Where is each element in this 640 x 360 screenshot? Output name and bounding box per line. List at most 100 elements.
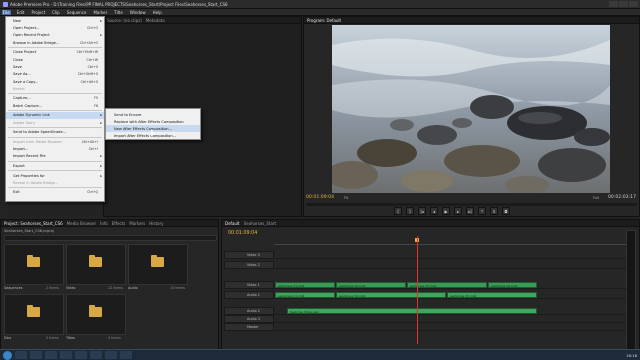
file-menu-item[interactable]: Close Project Ctrl+Shift+W [6,49,104,56]
dynamic-link-item[interactable]: Send to Encore [106,111,200,118]
file-menu-item[interactable]: Capture... F5 [6,95,104,102]
timeline-clip[interactable]: seahorses_03.mp4 [447,292,537,298]
track-lane[interactable]: Seahorse_Music.wav [275,307,637,315]
timeline-timecode[interactable]: 00:01:09:04 [228,231,257,236]
rocks-water-image [332,25,610,193]
menu-window[interactable]: Window [129,10,147,15]
program-scrub-bar[interactable] [306,203,637,206]
tab-project-0[interactable]: Project: Seahorses_Start_CS6 [4,221,63,226]
lift-icon[interactable]: ⇡ [478,207,486,215]
track-header[interactable]: Audio 1 [224,291,274,299]
timeline-clip[interactable]: seahorses_02.mp4 [336,292,446,298]
timeline-clip[interactable]: seahorses_01.mp4 [275,292,335,298]
time-ruler[interactable] [274,237,634,245]
menu-marker[interactable]: Marker [92,10,108,15]
tab-sequence-0[interactable]: Default [225,221,240,226]
taskbar-app-button[interactable] [30,351,42,359]
project-bin[interactable] [66,294,126,335]
project-bin[interactable] [128,244,188,285]
tab-source-0[interactable]: Source: (no clips) [107,18,142,23]
taskbar-app-button[interactable] [75,351,87,359]
taskbar-app-button[interactable] [15,351,27,359]
playhead-line[interactable] [417,236,418,344]
timeline-clip[interactable]: seahorses_03.mp4 [407,282,487,288]
menu-sequence[interactable]: Sequence [66,10,88,15]
file-menu-item[interactable]: New ▸ [6,17,104,24]
timeline-clip[interactable]: Seahorse_Music.wav [287,308,537,314]
taskbar-app-button[interactable] [120,351,132,359]
start-button[interactable] [3,350,12,360]
extract-icon[interactable]: ⇞ [490,207,498,215]
file-menu-item[interactable]: Browse in Adobe Bridge... Ctrl+Alt+O [6,39,104,46]
menu-project[interactable]: Project [30,10,46,15]
file-menu-item[interactable]: Exit Ctrl+Q [6,189,104,196]
tab-project-1[interactable]: Media Browser [67,221,97,226]
tab-program[interactable]: Program: Default [307,18,341,23]
go-to-out-icon[interactable]: ▸| [466,207,474,215]
taskbar-app-button[interactable] [105,351,117,359]
step-forward-icon[interactable]: ▸ [454,207,462,215]
track-header[interactable]: Video 3 [224,251,274,259]
program-current-timecode[interactable]: 00:01:09:04 [306,195,334,200]
file-menu-item[interactable]: Open Project... Ctrl+O [6,24,104,31]
file-menu-item[interactable]: Save Ctrl+S [6,63,104,70]
track-header[interactable]: Video 2 [224,261,274,269]
menu-edit[interactable]: Edit [16,10,26,15]
submenu-arrow-icon: ▸ [100,173,102,178]
maximize-button[interactable] [619,1,628,7]
zoom-fit-dropdown[interactable]: Fit [344,196,348,200]
tab-project-5[interactable]: History [149,221,163,226]
program-video-frame[interactable] [332,25,610,193]
taskbar-app-button[interactable] [60,351,72,359]
file-menu-item[interactable]: Get Properties for ▸ [6,172,104,179]
track-header[interactable]: Master [224,323,274,331]
project-bin[interactable] [4,244,64,285]
tab-project-2[interactable]: Info [100,221,108,226]
timeline-clip[interactable]: seahorses_01.mp4 [275,282,335,288]
tab-project-4[interactable]: Markers [129,221,145,226]
dynamic-link-item[interactable]: Replace with After Effects Composition [106,118,200,125]
file-menu-item[interactable]: Save a Copy... Ctrl+Alt+S [6,78,104,85]
timeline-clip[interactable]: seahorses_04.mp4 [488,282,537,288]
menu-help[interactable]: Help [152,10,163,15]
track-lane[interactable] [275,315,637,323]
export-frame-icon[interactable]: ◘ [502,207,510,215]
timeline-clip[interactable]: seahorses_02.mp4 [336,282,406,288]
mark-out-button[interactable]: } [406,207,414,215]
step-back-icon[interactable]: ◂ [430,207,438,215]
file-menu-item[interactable]: Import... Ctrl+I [6,145,104,152]
menu-title[interactable]: Title [113,10,124,15]
menu-clip[interactable]: Clip [51,10,61,15]
tab-sequence-1[interactable]: Seahorses_Start [244,221,276,226]
file-menu-item[interactable]: Send to Adobe SpeedGrade... [6,129,104,136]
track-header[interactable]: Audio 2 [224,307,274,315]
go-to-in-icon[interactable]: |◂ [418,207,426,215]
track-lane[interactable]: seahorses_01.mp4 seahorses_02.mp4 seahorse… [275,291,637,299]
file-menu-item[interactable]: Import Recent File ▸ [6,153,104,160]
file-menu-item[interactable]: Export ▸ [6,162,104,169]
mark-in-button[interactable]: { [394,207,402,215]
file-menu-item[interactable]: Open Recent Project ▸ [6,32,104,39]
track-header[interactable]: Audio 3 [224,315,274,323]
track-lane[interactable] [275,261,637,269]
track-header[interactable]: Video 1 [224,281,274,289]
track-lane[interactable] [275,251,637,259]
tab-project-3[interactable]: Effects [112,221,126,226]
play-icon[interactable]: ▶ [442,207,450,215]
file-menu-item[interactable]: Batch Capture... F6 [6,102,104,109]
taskbar-app-button[interactable] [45,351,57,359]
taskbar-app-button[interactable] [90,351,102,359]
minimize-button[interactable] [609,1,618,7]
track-lane[interactable]: seahorses_01.mp4 seahorses_02.mp4 seahorse… [275,281,637,289]
file-menu-item[interactable]: Close Ctrl+W [6,56,104,63]
project-bin[interactable] [4,294,64,335]
track-lane[interactable] [275,323,637,331]
tab-source-1[interactable]: Metadata [146,18,165,23]
project-search-input[interactable] [4,235,217,241]
project-bin[interactable] [66,244,126,285]
playback-resolution-dropdown[interactable]: Full [593,196,599,200]
menu-file[interactable]: File [2,9,11,15]
file-menu-item[interactable]: Adobe Dynamic Link ▸ [6,111,104,120]
file-menu-item[interactable]: Save As... Ctrl+Shift+S [6,71,104,78]
close-button[interactable] [629,1,638,7]
